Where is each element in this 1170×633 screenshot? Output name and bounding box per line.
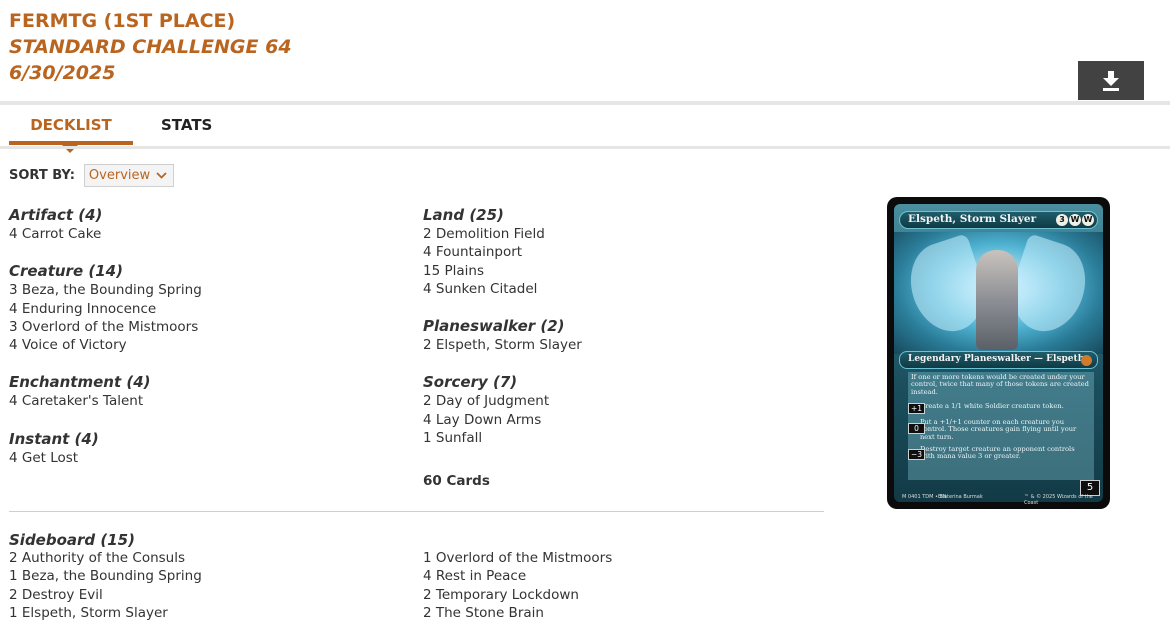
sort-select[interactable]: Overview: [83, 164, 174, 187]
decklist-left-column: Artifact (4) 4 Carrot Cake Creature (14)…: [9, 205, 409, 485]
card-entry[interactable]: 4 Fountainport: [423, 243, 823, 261]
card-entry[interactable]: 4 Get Lost: [9, 449, 409, 467]
tab-bar: DECKLIST STATS: [0, 105, 1170, 153]
card-name-bar: Elspeth, Storm Slayer 3 W W: [899, 211, 1098, 229]
card-entry[interactable]: 1 Elspeth, Storm Slayer: [9, 604, 409, 622]
deck-section-instant: Instant (4) 4 Get Lost: [9, 429, 409, 467]
art-figure: [976, 250, 1018, 350]
section-title: Creature (14): [9, 262, 123, 281]
mana-symbol: 3: [1056, 214, 1068, 226]
event-header: FERMTG (1ST PLACE) STANDARD CHALLENGE 64…: [9, 8, 292, 86]
ability-text: Create a 1/1 white Soldier creature toke…: [920, 402, 1064, 410]
deck-total: 60 Cards: [423, 473, 490, 489]
section-title: Artifact (4): [9, 206, 103, 224]
download-button[interactable]: [1078, 61, 1144, 100]
card-ability: +1 Create a 1/1 white Soldier creature t…: [908, 402, 1090, 414]
deck-section-planeswalker: Planeswalker (2) 2 Elspeth, Storm Slayer: [423, 316, 823, 354]
card-art: [894, 232, 1103, 354]
card-type-line: Legendary Planeswalker — Elspeth: [908, 354, 1085, 364]
sideboard-right-column: 1 Overlord of the Mistmoors 4 Rest in Pe…: [423, 549, 823, 622]
card-entry[interactable]: 4 Caretaker's Talent: [9, 392, 409, 410]
card-preview-image: Elspeth, Storm Slayer 3 W W Legendary Pl…: [887, 197, 1110, 509]
card-entry[interactable]: 2 Authority of the Consuls: [9, 549, 409, 567]
mana-symbol: W: [1069, 214, 1081, 226]
sideboard-title: Sideboard (15): [9, 531, 135, 549]
card-entry[interactable]: 2 Demolition Field: [423, 225, 823, 243]
set-symbol-icon: [1081, 355, 1092, 366]
loyalty-cost: +1: [908, 403, 925, 414]
card-type-bar: Legendary Planeswalker — Elspeth: [899, 351, 1098, 369]
card-entry[interactable]: 1 Overlord of the Mistmoors: [423, 549, 823, 567]
card-entry[interactable]: 4 Enduring Innocence: [9, 300, 409, 318]
sideboard-left-column: 2 Authority of the Consuls 1 Beza, the B…: [9, 549, 409, 622]
deck-section-sorcery: Sorcery (7) 2 Day of Judgment 4 Lay Down…: [423, 372, 823, 447]
section-title: Instant (4): [9, 429, 99, 448]
event-date: 6/30/2025: [9, 62, 116, 84]
card-entry[interactable]: 2 Temporary Lockdown: [423, 586, 823, 604]
section-title: Planeswalker (2): [423, 317, 565, 336]
copyright: ™ & © 2025 Wizards of the Coast: [1024, 494, 1093, 506]
card-entry[interactable]: 4 Carrot Cake: [9, 225, 409, 243]
card-name: Elspeth, Storm Slayer: [908, 213, 1037, 225]
ability-text: Destroy target creature an opponent cont…: [920, 445, 1075, 461]
tab-decklist[interactable]: DECKLIST: [9, 105, 133, 145]
card-frame: Elspeth, Storm Slayer 3 W W Legendary Pl…: [894, 204, 1103, 506]
card-entry[interactable]: 3 Overlord of the Mistmoors: [9, 318, 409, 336]
section-title: Enchantment (4): [9, 373, 151, 392]
card-entry[interactable]: 2 Day of Judgment: [423, 392, 823, 410]
card-entry[interactable]: 2 The Stone Brain: [423, 604, 823, 622]
player-name: FERMTG (1ST PLACE): [9, 10, 236, 32]
deck-section-artifact: Artifact (4) 4 Carrot Cake: [9, 205, 409, 243]
download-icon: [1103, 70, 1119, 91]
sort-selected-value: Overview: [88, 168, 151, 183]
deck-section-land: Land (25) 2 Demolition Field 4 Fountainp…: [423, 205, 823, 298]
card-entry[interactable]: 15 Plains: [423, 262, 823, 280]
card-ability: −3 Destroy target creature an opponent c…: [908, 445, 1090, 461]
card-entry[interactable]: 4 Voice of Victory: [9, 336, 409, 354]
card-text-box: If one or more tokens would be created u…: [908, 372, 1094, 480]
card-static-ability: If one or more tokens would be created u…: [911, 373, 1089, 396]
event-name: STANDARD CHALLENGE 64: [9, 36, 292, 58]
sideboard-divider: [9, 511, 824, 512]
mana-symbol: W: [1082, 214, 1094, 226]
tab-stats[interactable]: STATS: [161, 105, 212, 145]
artist-credit: Ekaterina Burmak: [938, 494, 983, 500]
section-title: Land (25): [423, 206, 504, 224]
card-ability: 0 Put a +1/+1 counter on each creature y…: [908, 418, 1090, 441]
sort-label: SORT BY:: [9, 168, 75, 183]
card-entry[interactable]: 1 Sunfall: [423, 429, 823, 447]
mana-cost: 3 W W: [1056, 214, 1094, 226]
deck-section-enchantment: Enchantment (4) 4 Caretaker's Talent: [9, 372, 409, 410]
decklist-right-column: Land (25) 2 Demolition Field 4 Fountainp…: [423, 205, 823, 465]
ability-text: Put a +1/+1 counter on each creature you…: [920, 418, 1077, 441]
loyalty-cost: 0: [908, 423, 925, 434]
card-entry[interactable]: 4 Sunken Citadel: [423, 280, 823, 298]
card-entry[interactable]: 3 Beza, the Bounding Spring: [9, 281, 409, 299]
deck-section-creature: Creature (14) 3 Beza, the Bounding Sprin…: [9, 261, 409, 354]
card-entry[interactable]: 2 Elspeth, Storm Slayer: [423, 336, 823, 354]
section-title: Sorcery (7): [423, 373, 518, 392]
card-entry[interactable]: 2 Destroy Evil: [9, 586, 409, 604]
loyalty-cost: −3: [908, 449, 925, 460]
card-entry[interactable]: 4 Lay Down Arms: [423, 411, 823, 429]
tabs-divider: [0, 146, 1170, 149]
sort-control: SORT BY: Overview: [9, 164, 174, 187]
card-entry[interactable]: 4 Rest in Peace: [423, 567, 823, 585]
chevron-down-icon: [156, 172, 167, 179]
card-entry[interactable]: 1 Beza, the Bounding Spring: [9, 567, 409, 585]
